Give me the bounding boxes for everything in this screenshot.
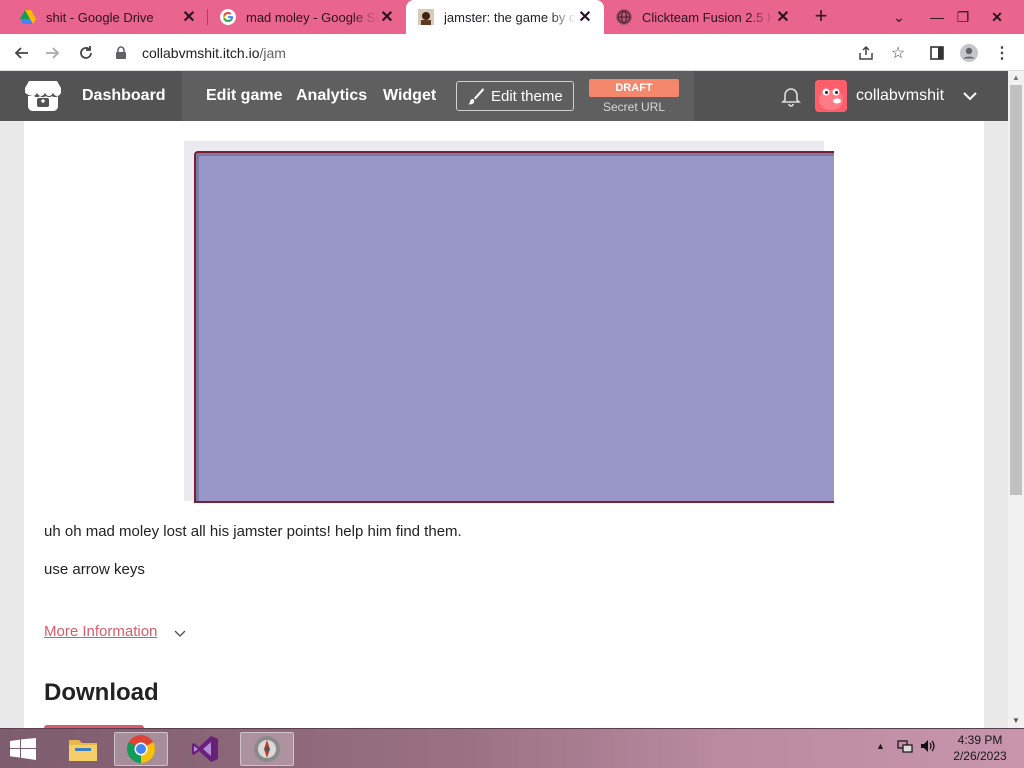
globe-icon [616, 9, 632, 25]
edit-game-link[interactable]: Edit game [206, 71, 282, 121]
close-tab-icon[interactable]: ✕ [180, 7, 198, 27]
google-drive-icon [20, 9, 36, 25]
browser-tab-strip: shit - Google Drive ✕ mad moley - Google… [0, 0, 1024, 34]
game-page: uh oh mad moley lost all his jamster poi… [24, 121, 984, 728]
scroll-up-arrow-icon[interactable]: ▲ [1008, 71, 1024, 85]
browser-toolbar: collabvmshit.itch.io/jam ☆ ⋮ [0, 34, 1024, 71]
close-tab-icon[interactable]: ✕ [774, 7, 792, 27]
draft-badge: DRAFT [589, 79, 679, 97]
profile-icon[interactable] [956, 40, 982, 66]
clock-time: 4:39 PM [957, 733, 1003, 747]
download-heading: Download [44, 679, 159, 706]
secret-url-label: Secret URL [602, 100, 666, 114]
tab-google-search[interactable]: mad moley - Google Search ✕ [208, 0, 406, 34]
new-tab-button[interactable]: + [808, 0, 834, 34]
analytics-link[interactable]: Analytics [296, 71, 367, 121]
tab-clickteam[interactable]: Clickteam Fusion 2.5 HTML5 ✕ [604, 0, 802, 34]
url-text[interactable]: collabvmshit.itch.io/jam [142, 45, 286, 61]
game-description: uh oh mad moley lost all his jamster poi… [44, 523, 462, 540]
url-host: collabvmshit.itch.io [142, 44, 260, 61]
paintbrush-icon [468, 88, 484, 105]
tab-title: shit - Google Drive [46, 9, 154, 25]
address-bar[interactable]: collabvmshit.itch.io/jam [108, 38, 918, 67]
system-clock[interactable]: 4:39 PM 2/26/2023 [940, 732, 1020, 764]
tab-search-chevron-icon[interactable]: ⌄ [882, 0, 916, 34]
game-embed[interactable] [184, 141, 834, 503]
chevron-down-icon[interactable] [174, 629, 186, 639]
scroll-thumb[interactable] [1010, 85, 1022, 495]
forward-arrow-icon[interactable] [40, 40, 66, 66]
tab-title: Clickteam Fusion 2.5 HTML5 [642, 9, 774, 25]
itch-logo-icon[interactable] [24, 79, 62, 113]
controls-description: use arrow keys [44, 561, 145, 578]
lock-icon[interactable] [114, 45, 128, 60]
scroll-down-arrow-icon[interactable]: ▼ [1008, 714, 1024, 728]
tab-title: mad moley - Google Search [246, 9, 378, 25]
windows-taskbar: ▲ 4:39 PM 2/26/2023 [0, 728, 1024, 768]
show-hidden-icons[interactable]: ▲ [876, 741, 885, 751]
clickteam-fusion-icon[interactable] [240, 732, 294, 766]
widget-link[interactable]: Widget [383, 71, 436, 121]
edit-theme-label: Edit theme [491, 87, 563, 105]
game-canvas[interactable] [194, 151, 834, 503]
volume-icon[interactable] [920, 739, 936, 756]
share-icon[interactable] [853, 40, 879, 66]
more-information-link[interactable]: More Information [44, 623, 157, 640]
user-avatar[interactable] [815, 80, 847, 112]
dashboard-link[interactable]: Dashboard [82, 71, 166, 121]
close-tab-icon[interactable]: ✕ [576, 7, 594, 27]
tab-google-drive[interactable]: shit - Google Drive ✕ [8, 0, 208, 34]
chrome-icon[interactable] [114, 732, 168, 766]
visual-studio-icon[interactable] [178, 732, 232, 766]
close-window-icon[interactable]: ✕ [980, 0, 1014, 34]
reload-icon[interactable] [73, 40, 99, 66]
game-thumbnail-icon [418, 9, 434, 25]
username[interactable]: collabvmshit [856, 71, 944, 121]
chevron-down-icon[interactable] [960, 86, 980, 106]
clock-date: 2/26/2023 [953, 749, 1007, 763]
notification-bell-icon[interactable] [780, 85, 802, 107]
windows-start-icon[interactable] [6, 735, 40, 763]
restore-icon[interactable]: ❐ [946, 0, 980, 34]
file-explorer-icon[interactable] [56, 732, 110, 766]
close-tab-icon[interactable]: ✕ [378, 7, 396, 27]
browser-menu-icon[interactable]: ⋮ [989, 40, 1015, 66]
tab-jamster[interactable]: jamster: the game by collabvmshit ✕ [406, 0, 604, 34]
back-arrow-icon[interactable] [8, 40, 34, 66]
page-scrollbar[interactable]: ▲ ▼ [1008, 71, 1024, 728]
tab-title: jamster: the game by collabvmshit [444, 9, 576, 25]
side-panel-icon[interactable] [924, 40, 950, 66]
edit-theme-button[interactable]: Edit theme [456, 81, 574, 111]
itch-header: Dashboard Edit game Analytics Widget Edi… [0, 71, 1024, 121]
google-icon [220, 9, 236, 25]
network-icon[interactable] [897, 739, 913, 756]
bookmark-star-icon[interactable]: ☆ [885, 40, 911, 66]
url-path: /jam [259, 44, 286, 61]
